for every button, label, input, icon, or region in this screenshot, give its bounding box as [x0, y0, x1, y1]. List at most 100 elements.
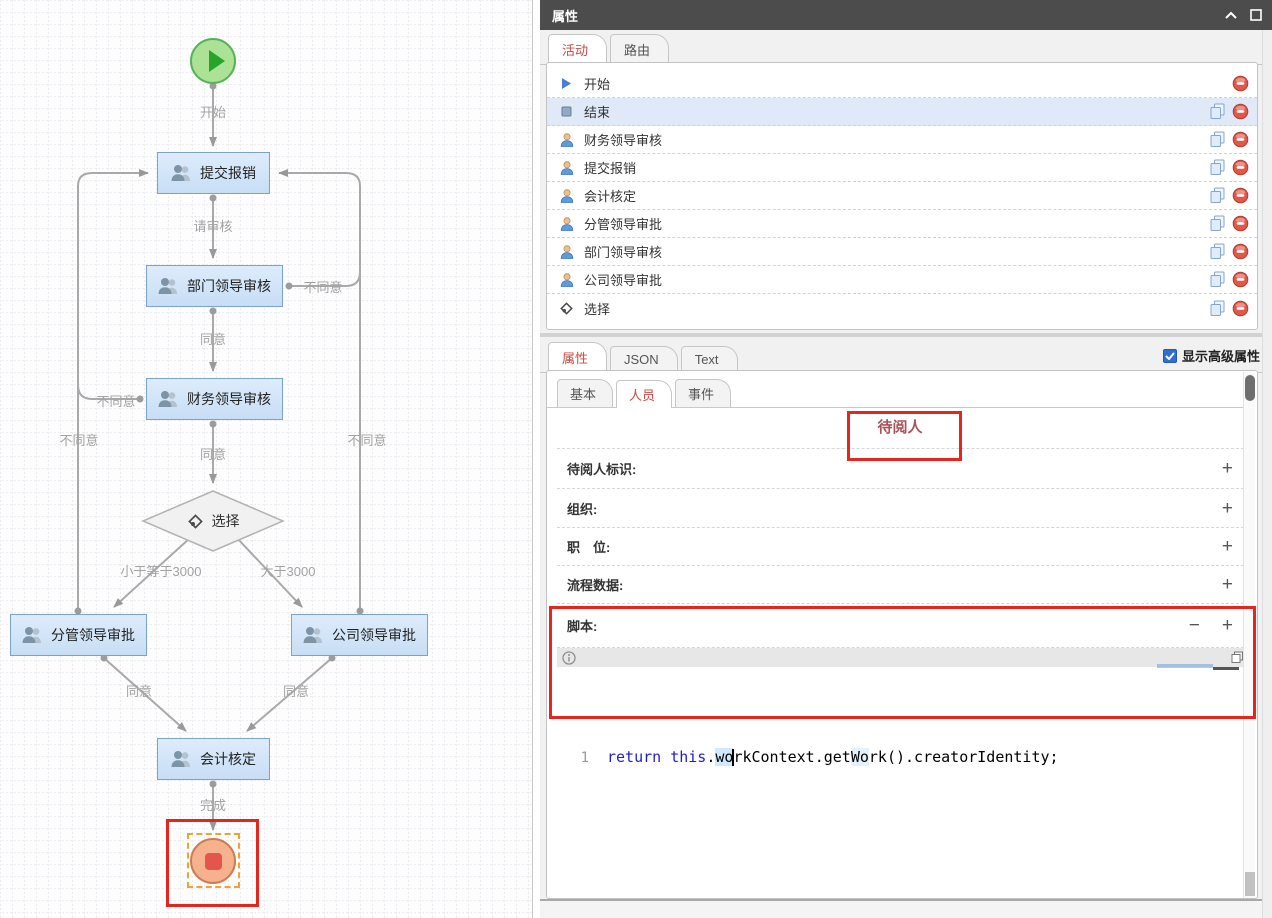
flow-node-branch-leader-approve[interactable]: 分管领导审批	[10, 614, 147, 656]
script-editor[interactable]: 1return this.workContext.getWork().creat…	[557, 667, 1249, 718]
activity-item-finance-review[interactable]: 财务领导审核	[547, 126, 1257, 154]
inner-tabbar: 基本 人员 事件	[547, 379, 1247, 408]
field-label: 流程数据:	[567, 575, 623, 594]
field-row-script: 脚本: − +	[557, 604, 1249, 648]
scrollbar-bottom	[1245, 872, 1255, 896]
field-label: 组织:	[567, 499, 597, 518]
tab-person[interactable]: 人员	[616, 380, 672, 408]
add-button[interactable]: +	[1222, 537, 1233, 556]
tab-basic[interactable]: 基本	[557, 379, 613, 407]
flow-node-label: 公司领导审批	[332, 625, 416, 645]
section-header-row: 待阅人	[557, 405, 1249, 449]
edge-label-agree-finance: 同意	[200, 444, 226, 463]
info-icon[interactable]	[562, 651, 576, 665]
panel-header: 属性	[540, 0, 1272, 30]
flow-node-accounting-check[interactable]: 会计核定	[157, 738, 270, 780]
persons-icon	[158, 277, 179, 295]
workflow-canvas[interactable]: 开始 提交报销 部门领导审核 财务领导审核 分管领导审批 公司领导审批 会计核定	[0, 0, 540, 918]
flow-node-submit-expense[interactable]: 提交报销	[157, 152, 270, 194]
tab-event[interactable]: 事件	[675, 379, 731, 407]
section-title: 待阅人	[567, 416, 1233, 437]
delete-icon[interactable]	[1232, 300, 1249, 317]
activity-item-dept-review[interactable]: 部门领导审核	[547, 238, 1257, 266]
checkbox-checked-icon[interactable]	[1163, 349, 1177, 363]
copy-icon[interactable]	[1209, 215, 1226, 232]
activity-item-start[interactable]: 开始	[547, 70, 1257, 98]
activity-item-label: 开始	[584, 74, 1232, 93]
advanced-properties-toggle[interactable]: 显示高级属性	[1163, 346, 1260, 365]
code-highlight: wo	[715, 748, 733, 766]
delete-icon[interactable]	[1232, 131, 1249, 148]
edge-label-please-review: 请审核	[193, 216, 232, 235]
maximize-icon[interactable]	[1250, 9, 1262, 21]
delete-icon[interactable]	[1232, 103, 1249, 120]
field-rows: 待阅人 待阅人标识: + 组织: + 职 位: + 流程数据: +	[557, 405, 1249, 718]
edge-label-gt-3000: 大于3000	[261, 561, 316, 580]
tab-activity[interactable]: 活动	[548, 34, 607, 65]
flow-node-choice[interactable]: 选择	[141, 489, 285, 553]
copy-icon[interactable]	[1209, 271, 1226, 288]
flow-node-label: 分管领导审批	[51, 625, 135, 645]
persons-icon	[303, 626, 324, 644]
field-row-position: 职 位: +	[557, 528, 1249, 566]
activity-item-branch-approve[interactable]: 分管领导审批	[547, 210, 1257, 238]
copy-icon[interactable]	[1209, 187, 1226, 204]
delete-icon[interactable]	[1232, 271, 1249, 288]
activity-item-end[interactable]: 结束	[547, 98, 1257, 126]
delete-icon[interactable]	[1232, 215, 1249, 232]
activity-item-accounting-check[interactable]: 会计核定	[547, 182, 1257, 210]
flow-node-dept-leader-review[interactable]: 部门领导审核	[146, 265, 283, 307]
delete-icon[interactable]	[1232, 75, 1249, 92]
activity-item-label: 会计核定	[584, 186, 1209, 205]
flow-node-label: 会计核定	[200, 749, 256, 769]
activity-item-company-approve[interactable]: 公司领导审批	[547, 266, 1257, 294]
persons-icon	[22, 626, 43, 644]
person-icon	[559, 188, 575, 204]
copy-icon[interactable]	[1209, 103, 1226, 120]
properties-panel: 属性 活动 路由 开始 结束	[540, 0, 1272, 918]
field-label: 脚本:	[567, 616, 597, 635]
delete-icon[interactable]	[1232, 159, 1249, 176]
person-icon	[559, 272, 575, 288]
tab-properties[interactable]: 属性	[548, 342, 607, 373]
flow-node-finance-leader-review[interactable]: 财务领导审核	[146, 378, 283, 420]
tab-json[interactable]: JSON	[610, 346, 678, 372]
activity-item-label: 部门领导审核	[584, 242, 1209, 261]
activity-item-choice[interactable]: 选择	[547, 294, 1257, 322]
copy-icon[interactable]	[1209, 300, 1226, 317]
scrollbar-thumb[interactable]	[1245, 375, 1255, 401]
copy-icon[interactable]	[1209, 131, 1226, 148]
activity-item-label: 选择	[584, 299, 1209, 318]
line-number: 1	[557, 750, 589, 766]
outer-scroll-strip[interactable]	[1262, 30, 1272, 918]
add-button[interactable]: +	[1222, 616, 1233, 635]
activity-item-label: 公司领导审批	[584, 270, 1209, 289]
edge-label-disagree-dept: 不同意	[303, 277, 342, 296]
copy-icon[interactable]	[1209, 159, 1226, 176]
person-icon	[559, 160, 575, 176]
add-button[interactable]: +	[1222, 459, 1233, 478]
edge-label-disagree-right: 不同意	[347, 430, 386, 449]
flow-node-company-leader-approve[interactable]: 公司领导审批	[291, 614, 428, 656]
edge-label-complete: 完成	[200, 795, 226, 814]
choice-icon	[559, 301, 574, 316]
collapse-icon[interactable]	[1224, 10, 1238, 20]
person-icon	[559, 132, 575, 148]
add-button[interactable]: +	[1222, 575, 1233, 594]
copy-icon[interactable]	[1209, 243, 1226, 260]
tab-text[interactable]: Text	[681, 346, 738, 372]
activity-item-submit-expense[interactable]: 提交报销	[547, 154, 1257, 182]
choice-icon	[187, 513, 204, 530]
flow-node-start[interactable]	[190, 38, 236, 84]
remove-button[interactable]: −	[1189, 616, 1200, 635]
content-scrollbar[interactable]	[1243, 372, 1255, 898]
edge-label-agree-branch: 同意	[126, 681, 152, 700]
delete-icon[interactable]	[1232, 187, 1249, 204]
tab-route[interactable]: 路由	[610, 34, 669, 64]
section-splitter[interactable]	[540, 333, 1272, 337]
delete-icon[interactable]	[1232, 243, 1249, 260]
code-keyword: this	[670, 748, 706, 766]
add-button[interactable]: +	[1222, 499, 1233, 518]
panel-splitter[interactable]	[532, 0, 540, 918]
workflow-designer: 开始 提交报销 部门领导审核 财务领导审核 分管领导审批 公司领导审批 会计核定	[0, 0, 1272, 918]
